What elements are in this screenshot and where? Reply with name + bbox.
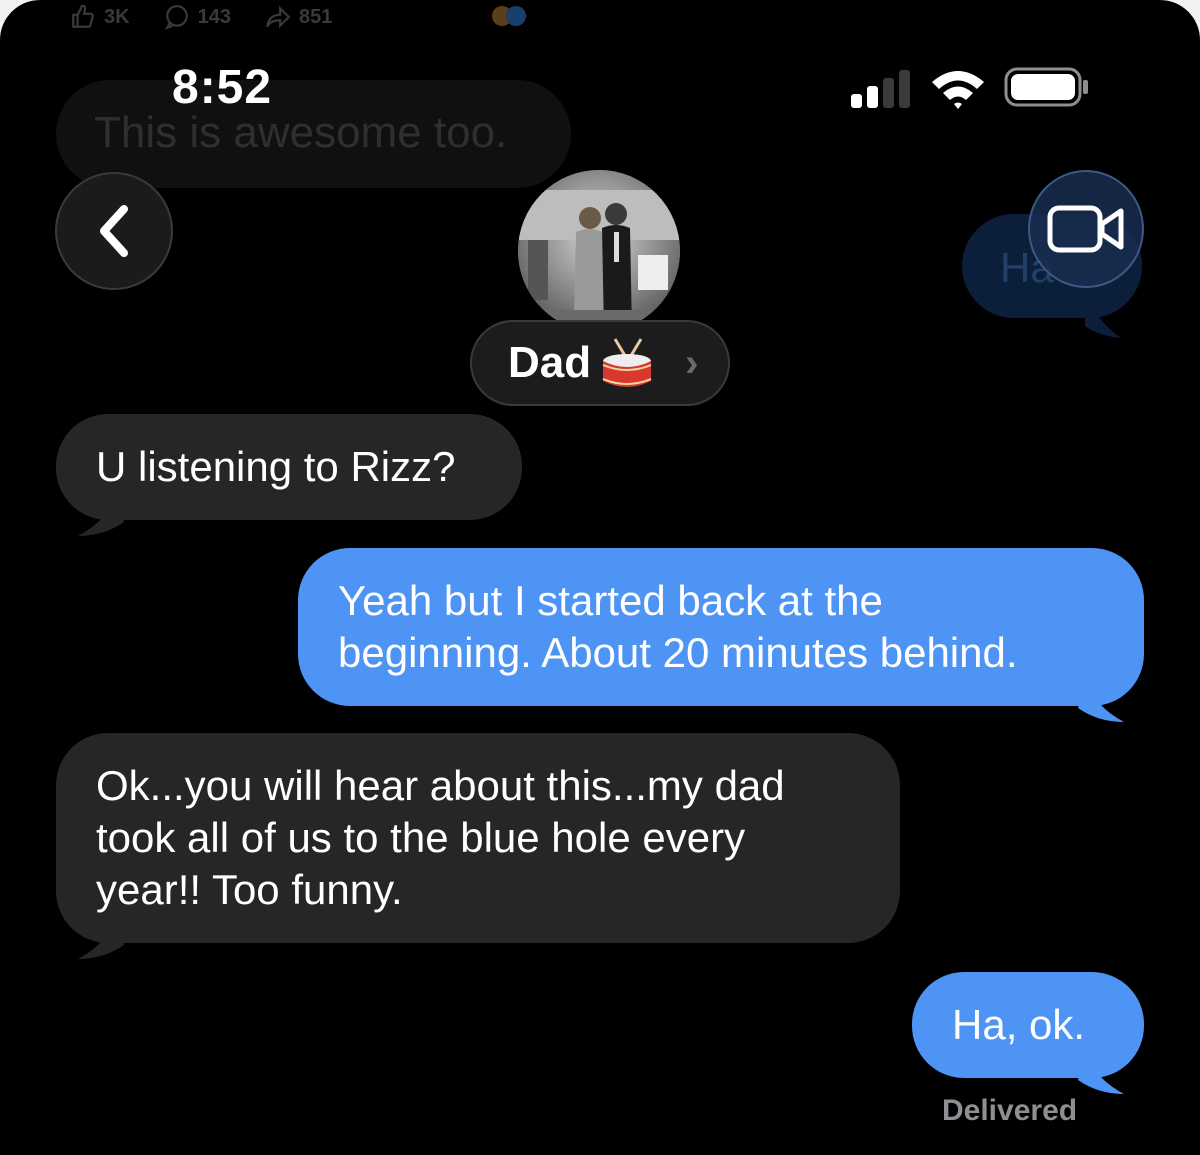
contact-avatar[interactable] bbox=[518, 170, 680, 332]
video-camera-icon bbox=[1047, 205, 1124, 253]
like-count[interactable]: 3K bbox=[70, 4, 130, 30]
thumbs-up-icon bbox=[72, 4, 94, 28]
messages-screen: 3K 143 851 This is awesome too. Ha 8:52 bbox=[0, 0, 1200, 1155]
message-bubble-outgoing[interactable]: Yeah but I started back at the beginning… bbox=[298, 548, 1144, 706]
wifi-icon bbox=[932, 71, 984, 109]
message-text-line: beginning. About 20 minutes behind. bbox=[338, 629, 1018, 676]
comment-count[interactable]: 143 bbox=[164, 4, 231, 30]
comment-icon bbox=[164, 5, 188, 30]
cellular-signal-icon bbox=[851, 68, 913, 108]
message-text-line: Ha, ok. bbox=[952, 1001, 1086, 1048]
message-text-line: year!! Too funny. bbox=[96, 866, 403, 913]
bubble-tail bbox=[78, 494, 124, 536]
contact-name: Dad bbox=[508, 338, 592, 387]
chevron-left-icon bbox=[100, 205, 128, 257]
delivery-receipt: Delivered bbox=[942, 1094, 1078, 1127]
share-icon bbox=[266, 5, 291, 29]
message-bubble-incoming[interactable]: Ok...you will hear about this...my dad t… bbox=[56, 733, 900, 943]
chevron-right-icon: › bbox=[685, 340, 699, 385]
bubble-tail bbox=[78, 917, 124, 959]
like-count-label: 3K bbox=[104, 5, 130, 28]
ghost-message-text: This is awesome too. bbox=[94, 108, 508, 157]
contact-photo bbox=[518, 170, 680, 332]
back-button[interactable] bbox=[55, 172, 173, 290]
drum-icon bbox=[602, 338, 652, 387]
share-count[interactable]: 851 bbox=[265, 4, 332, 30]
bubble-tail bbox=[1078, 680, 1124, 722]
message-text-line: Yeah but I started back at the bbox=[338, 577, 883, 624]
ghost-message-bubble: This is awesome too. bbox=[56, 80, 571, 188]
battery-icon bbox=[1004, 67, 1088, 107]
like-reaction-icon bbox=[506, 6, 526, 26]
contact-name-pill[interactable]: Dad › bbox=[470, 320, 730, 406]
ghost-reply-tail bbox=[1085, 290, 1121, 338]
share-count-label: 851 bbox=[298, 5, 333, 28]
facetime-video-button[interactable] bbox=[1028, 170, 1144, 288]
message-text-line: Ok...you will hear about this...my dad bbox=[96, 762, 785, 809]
comment-count-label: 143 bbox=[197, 5, 231, 28]
message-text-line: U listening to Rizz? bbox=[96, 443, 456, 490]
status-time: 8:52 bbox=[172, 61, 273, 114]
social-engagement-bar: 3K 143 851 bbox=[70, 2, 332, 32]
reaction-icons bbox=[492, 6, 526, 26]
message-text-line: took all of us to the blue hole every bbox=[96, 814, 746, 861]
bubble-tail bbox=[1078, 1052, 1124, 1094]
